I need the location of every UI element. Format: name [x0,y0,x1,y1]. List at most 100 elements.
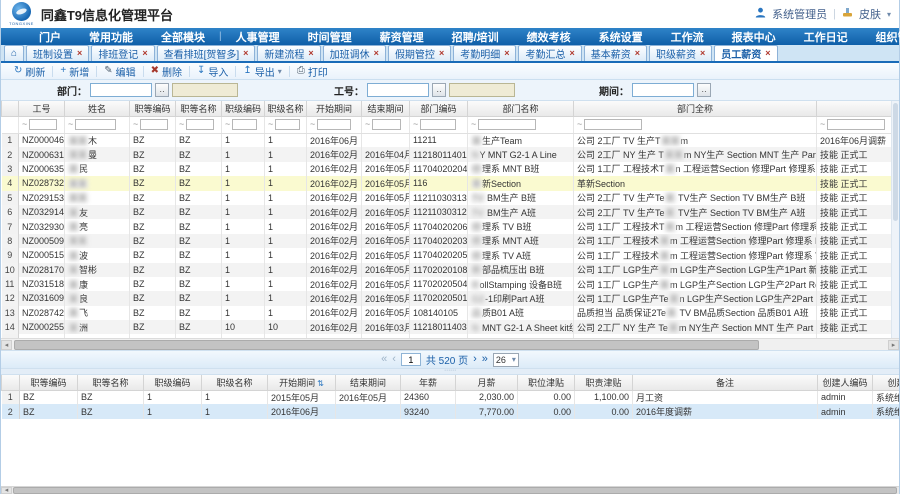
add-button[interactable]: +新增 [53,64,96,79]
column-header-职级编码[interactable]: 职级编码 [222,101,265,116]
menu-item-9[interactable]: 系统设置 [585,29,657,45]
column-filter-input[interactable] [372,119,401,130]
column-header-职级名称[interactable]: 职级名称 [202,375,268,390]
column-header-年薪[interactable]: 年薪 [401,375,456,390]
first-page-button[interactable]: « [381,354,387,365]
column-header-职等编码[interactable]: 职等编码 [130,101,176,116]
table-row[interactable]: 1BZBZ112015年05月2016年05月243602,030.000.00… [2,390,900,404]
menu-item-11[interactable]: 报表中心 [718,29,790,45]
menu-item-10[interactable]: 工作流 [657,29,718,45]
column-filter-input[interactable] [420,119,456,130]
tab-close-icon[interactable]: × [308,49,313,58]
column-filter-input[interactable] [140,119,167,130]
column-filter-input[interactable] [584,119,642,130]
tab-3[interactable]: 查看排班[贺智多]× [157,45,256,61]
tab-1[interactable]: 班制设置× [26,45,89,61]
table-row[interactable]: 8NZ000509某某BZBZ112016年02月2016年05月1170402… [2,234,892,248]
delete-button[interactable]: ✖删除 [144,64,189,79]
menu-item-7[interactable]: 招聘/培训 [438,29,513,45]
column-filter-input[interactable] [317,119,351,130]
menu-item-5[interactable]: 时间管理 [294,29,366,45]
table-row[interactable]: 2BZBZ112016年06月932407,770.000.000.002016… [2,404,900,418]
table-row[interactable]: 12NZ031609某良BZBZ112016年02月2016年05月117020… [2,291,892,305]
column-header-职级名称[interactable]: 职级名称 [265,101,307,116]
print-button[interactable]: ⎙打印 [290,64,335,79]
tab-close-icon[interactable]: × [439,49,444,58]
table-row[interactable]: 13NZ028742某飞BZBZ112016年02月2016年05月108140… [2,306,892,320]
menu-item-1[interactable]: 门户 [25,29,75,45]
scroll-right-button[interactable]: ▸ [888,340,899,350]
column-header-职级编码[interactable]: 职级编码 [144,375,202,390]
detail-scroll-left-button[interactable]: ◂ [1,487,12,494]
vertical-scrollbar-thumb[interactable] [893,103,898,221]
dept-code-input[interactable] [90,83,152,97]
table-row[interactable]: 6NZ032914某友BZBZ112016年02月2016年05月1121103… [2,205,892,219]
empno-input[interactable] [367,83,429,97]
refresh-button[interactable]: ↻刷新 [7,64,52,79]
menu-item-13[interactable]: 组织管理 [862,29,900,45]
tab-close-icon[interactable]: × [504,49,509,58]
column-header-结束期间[interactable]: 结束期间 [362,101,410,116]
tab-6[interactable]: 假期管控× [388,45,451,61]
skin-caret-icon[interactable]: ▾ [887,10,891,19]
column-header-职等编码[interactable]: 职等编码 [20,375,78,390]
column-filter-input[interactable] [29,119,56,130]
column-filter-input[interactable] [186,119,213,130]
table-row[interactable]: 10NZ028170某智彬BZBZ112016年02月2016年05月11702… [2,263,892,277]
column-filter-input[interactable] [75,119,116,130]
column-header-blank[interactable] [817,101,892,116]
edit-button[interactable]: ✎编辑 [97,64,142,79]
menu-item-2[interactable]: 常用功能 [75,29,147,45]
tab-5[interactable]: 加班调休× [323,45,386,61]
column-header-创建人编码[interactable]: 创建人编码 [818,375,873,390]
import-button[interactable]: ↧导入 [190,64,235,79]
column-header-部门编码[interactable]: 部门编码 [410,101,468,116]
tab-close-icon[interactable]: × [765,49,770,58]
tab-close-icon[interactable]: × [142,49,147,58]
column-header-blank[interactable] [2,101,19,116]
detail-horizontal-scrollbar[interactable]: ◂ [1,486,899,494]
empno-lookup-button[interactable]: ‥ [432,83,446,97]
table-row[interactable]: 1NZ000046某某木BZBZ112016年06月11211某生产Team公司… [2,133,892,147]
tab-close-icon[interactable]: × [700,49,705,58]
tab-close-icon[interactable]: × [374,49,379,58]
tab-close-icon[interactable]: × [635,49,640,58]
export-dropdown-icon[interactable]: ▾ [278,67,282,76]
column-header-结束期间[interactable]: 结束期间 [336,375,401,390]
period-input[interactable] [632,83,694,97]
tab-9[interactable]: 基本薪资× [584,45,647,61]
column-header-职责津贴[interactable]: 职责津贴 [575,375,633,390]
tab-2[interactable]: 排班登记× [91,45,154,61]
column-filter-input[interactable] [827,119,885,130]
prev-page-button[interactable]: ‹ [392,354,396,365]
column-header-职位津贴[interactable]: 职位津贴 [518,375,575,390]
menu-item-6[interactable]: 薪资管理 [366,29,438,45]
menu-item-12[interactable]: 工作日记 [790,29,862,45]
skin-button[interactable]: 皮肤 [859,6,881,22]
page-number-input[interactable] [401,353,421,366]
tab-7[interactable]: 考勤明细× [453,45,516,61]
period-lookup-button[interactable]: ‥ [697,83,711,97]
menu-item-8[interactable]: 绩效考核 [513,29,585,45]
column-header-职等名称[interactable]: 职等名称 [176,101,222,116]
menu-item-4[interactable]: 人事管理 [222,29,294,45]
tab-close-icon[interactable]: × [569,49,574,58]
column-header-blank[interactable] [2,375,20,390]
last-page-button[interactable]: » [482,354,488,365]
column-header-创建人[interactable]: 创建人 [873,375,900,390]
export-button[interactable]: ↥导出▾ [236,64,288,79]
column-header-开始期间[interactable]: 开始期间⇅ [268,375,336,390]
dept-lookup-button[interactable]: ‥ [155,83,169,97]
tab-close-icon[interactable]: × [243,49,248,58]
tab-10[interactable]: 职级薪资× [649,45,712,61]
panel-splitter[interactable]: ⋯⋯ [1,368,899,375]
column-filter-input[interactable] [478,119,536,130]
column-header-工号[interactable]: 工号 [19,101,65,116]
detail-horizontal-scrollbar-thumb[interactable] [13,487,897,494]
column-header-姓名[interactable]: 姓名 [65,101,130,116]
grid-horizontal-scrollbar[interactable]: ◂ ▸ [1,338,899,350]
column-header-月薪[interactable]: 月薪 [456,375,518,390]
home-tab[interactable]: ⌂ [4,45,24,61]
current-user-label[interactable]: 系统管理员 [772,6,827,22]
tab-8[interactable]: 考勤汇总× [518,45,581,61]
